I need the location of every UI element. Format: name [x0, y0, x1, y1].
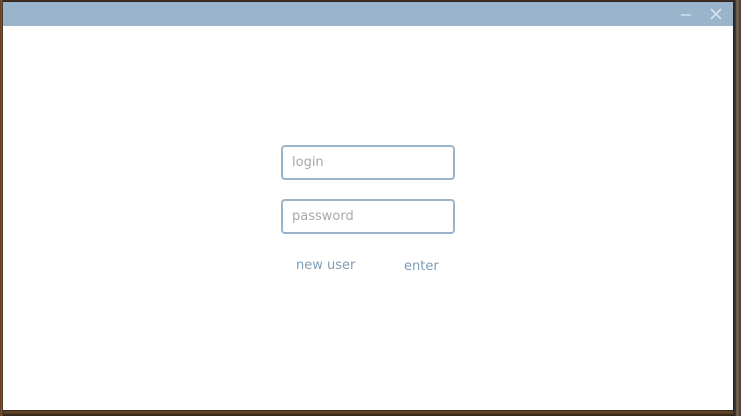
enter-button[interactable]: enter	[404, 259, 439, 274]
minimize-icon	[680, 8, 692, 20]
new-user-link[interactable]: new user	[296, 258, 355, 273]
close-icon	[710, 8, 722, 20]
minimize-button[interactable]	[673, 2, 699, 26]
close-button[interactable]	[703, 2, 729, 26]
login-input[interactable]	[281, 145, 455, 180]
title-bar[interactable]	[3, 2, 733, 26]
login-window: new user enter	[3, 2, 733, 410]
password-input[interactable]	[281, 199, 455, 234]
